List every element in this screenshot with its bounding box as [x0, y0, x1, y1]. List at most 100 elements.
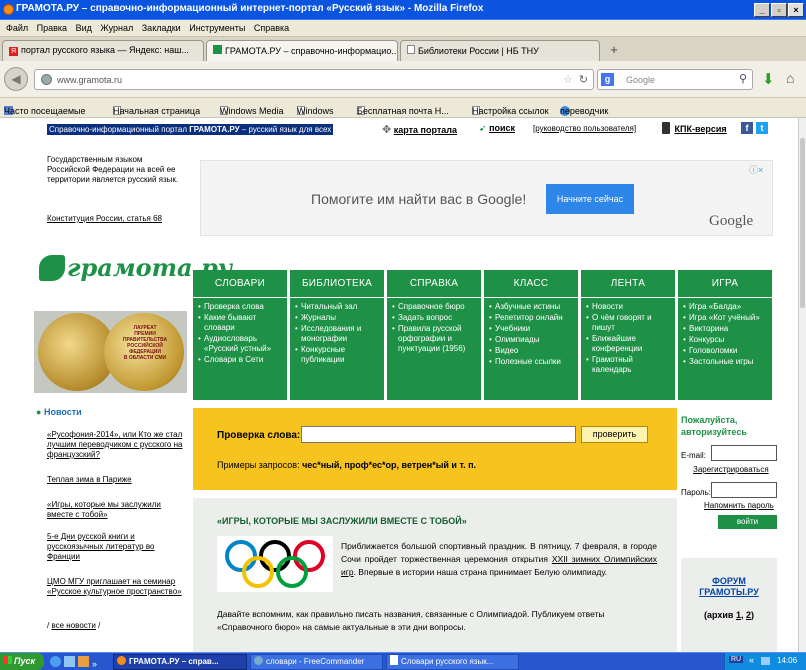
menu-view[interactable]: Вид: [76, 23, 92, 33]
news-item[interactable]: Теплая зима в Париже: [47, 475, 185, 485]
download-icon[interactable]: ⬇: [762, 70, 775, 88]
facebook-icon[interactable]: f: [741, 122, 753, 134]
password-field[interactable]: [711, 482, 777, 498]
nav-heading[interactable]: ЛЕНТА: [581, 270, 675, 298]
phone-icon: [662, 122, 670, 134]
nav-item[interactable]: Новости: [586, 302, 670, 312]
menu-history[interactable]: Журнал: [100, 23, 133, 33]
minimize-button[interactable]: _: [754, 3, 770, 17]
taskbar-window-freecommander[interactable]: словари - FreeCommander: [250, 654, 383, 670]
desktop-quicklaunch-icon[interactable]: [64, 656, 75, 667]
reload-icon[interactable]: ↻: [579, 73, 588, 86]
news-item[interactable]: 5-е Дни русской книги и русскоязычных ли…: [47, 532, 185, 562]
remind-password-link[interactable]: Напомнить пароль: [704, 501, 774, 510]
nav-item[interactable]: Словари в Сети: [198, 355, 282, 365]
browser-quicklaunch-icon[interactable]: [50, 656, 61, 667]
nav-item[interactable]: Игра «Кот учёный»: [683, 313, 767, 323]
tray-chevron-icon[interactable]: «: [749, 655, 754, 665]
forum-link[interactable]: ФОРУМ ГРАМОТЫ.РУ: [685, 576, 773, 598]
nav-item[interactable]: Журналы: [295, 313, 379, 323]
search-icon[interactable]: ⚲: [739, 72, 747, 85]
nav-heading[interactable]: СПРАВКА: [387, 270, 481, 298]
nav-item[interactable]: Олимпиады: [489, 335, 573, 345]
medal-front: ЛАУРЕАТ ПРЕМИИ ПРАВИТЕЛЬСТВА РОССИЙСКОЙ ФЕДЕ…: [104, 313, 184, 391]
taskbar-window-firefox[interactable]: ГРАМОТА.РУ – справ...: [113, 654, 247, 670]
nav-heading[interactable]: БИБЛИОТЕКА: [290, 270, 384, 298]
news-item[interactable]: «Игры, которые мы заслужили вместе с тоб…: [47, 500, 185, 520]
nav-item[interactable]: Учебники: [489, 324, 573, 334]
search-engine-box[interactable]: g Google ⚲: [597, 69, 753, 90]
tab-gramota[interactable]: ГРАМОТА.РУ – справочно-информацио...: [206, 40, 398, 61]
home-icon[interactable]: ⌂: [786, 70, 794, 86]
nav-item[interactable]: Видео: [489, 346, 573, 356]
nav-item[interactable]: Ближайшие конференции: [586, 334, 670, 354]
maximize-button[interactable]: ▫: [771, 3, 787, 17]
close-button[interactable]: ×: [788, 3, 804, 17]
email-field[interactable]: [711, 445, 777, 461]
language-indicator[interactable]: RU: [729, 656, 744, 663]
star-icon[interactable]: ☆: [563, 73, 573, 86]
article-title[interactable]: «ИГРЫ, КОТОРЫЕ МЫ ЗАСЛУЖИЛИ ВМЕСТЕ С ТОБ…: [217, 516, 467, 526]
scrollbar-thumb[interactable]: [800, 138, 805, 308]
nav-item[interactable]: Азбучные истины: [489, 302, 573, 312]
nav-item[interactable]: Головоломки: [683, 346, 767, 356]
nav-item[interactable]: Читальный зал: [295, 302, 379, 312]
article-paragraph-1: Приближается большой спортивный праздник…: [341, 541, 657, 577]
page-scrollbar[interactable]: [798, 118, 806, 652]
google-ad[interactable]: ⓘ× Помогите им найти вас в Google! Начни…: [200, 160, 773, 236]
nav-item[interactable]: О чём говорят и пишут: [586, 313, 670, 333]
nav-item[interactable]: Аудиословарь «Русский устный»: [198, 334, 282, 354]
back-button[interactable]: ◀: [4, 67, 28, 91]
word-check-input[interactable]: [301, 426, 576, 443]
bullet-icon: ●: [36, 407, 42, 417]
constitution-link[interactable]: Конституция России, статья 68: [47, 214, 162, 224]
globe-icon: [41, 74, 52, 85]
login-button[interactable]: войти: [718, 515, 777, 529]
ad-start-button[interactable]: Начните сейчас: [546, 184, 634, 214]
nav-item[interactable]: Справочное бюро: [392, 302, 476, 312]
site-map-link[interactable]: ✥ карта портала: [382, 123, 457, 136]
user-guide-link[interactable]: [руководство пользователя]: [533, 124, 636, 133]
nav-heading[interactable]: КЛАСС: [484, 270, 578, 298]
menu-help[interactable]: Справка: [254, 23, 289, 33]
nav-item[interactable]: Исследования и монографии: [295, 324, 379, 344]
news-item[interactable]: ЦМО МГУ приглашает на семинар «Русское к…: [47, 577, 185, 597]
twitter-icon[interactable]: t: [756, 122, 768, 134]
nav-item[interactable]: Конкурсные публикации: [295, 345, 379, 365]
register-link[interactable]: Зарегистрироваться: [693, 465, 769, 474]
chevron-right-icon[interactable]: »: [92, 659, 97, 669]
ad-info-icon[interactable]: ⓘ×: [749, 163, 763, 176]
kpk-version-link[interactable]: КПК-версия: [662, 122, 727, 134]
nav-item[interactable]: Правила русской орфографии и пунктуации …: [392, 324, 476, 354]
password-label: Пароль:: [681, 488, 711, 497]
news-heading[interactable]: ● Новости: [36, 407, 82, 417]
start-button[interactable]: Пуск: [0, 653, 44, 670]
nav-item[interactable]: Застольные игры: [683, 357, 767, 367]
nav-item[interactable]: Задать вопрос: [392, 313, 476, 323]
menu-edit[interactable]: Правка: [37, 23, 67, 33]
nav-item[interactable]: Какие бывают словари: [198, 313, 282, 333]
nav-item[interactable]: Проверка слова: [198, 302, 282, 312]
new-tab-button[interactable]: +: [604, 42, 624, 59]
nav-item[interactable]: Игра «Балда»: [683, 302, 767, 312]
menu-tools[interactable]: Инструменты: [189, 23, 245, 33]
nav-item[interactable]: Конкурсы: [683, 335, 767, 345]
media-quicklaunch-icon[interactable]: [78, 656, 89, 667]
search-link[interactable]: ➹ поиск: [479, 123, 515, 134]
menu-file[interactable]: Файл: [6, 23, 28, 33]
tab-yandex[interactable]: Япортал русского языка — Яндекс: наш...: [2, 40, 204, 61]
nav-item[interactable]: Полезные ссылки: [489, 357, 573, 367]
nav-item[interactable]: Репетитор онлайн: [489, 313, 573, 323]
url-bar[interactable]: www.gramota.ru ☆ ↻: [34, 69, 594, 90]
menu-bookmarks[interactable]: Закладки: [142, 23, 181, 33]
nav-heading[interactable]: СЛОВАРИ: [193, 270, 287, 298]
nav-heading[interactable]: ИГРА: [678, 270, 772, 298]
nav-item[interactable]: Викторина: [683, 324, 767, 334]
news-item[interactable]: «Русофония-2014», или Кто же стал лучшим…: [47, 430, 185, 460]
nav-item[interactable]: Грамотный календарь: [586, 355, 670, 375]
check-button[interactable]: проверить: [581, 426, 648, 443]
tab-library[interactable]: Библиотеки России | НБ ТНУ: [400, 40, 600, 61]
all-news-link[interactable]: все новости: [51, 621, 95, 630]
taskbar-window-dictionaries[interactable]: Словари русского язык...: [386, 654, 519, 670]
network-icon[interactable]: [761, 657, 770, 665]
